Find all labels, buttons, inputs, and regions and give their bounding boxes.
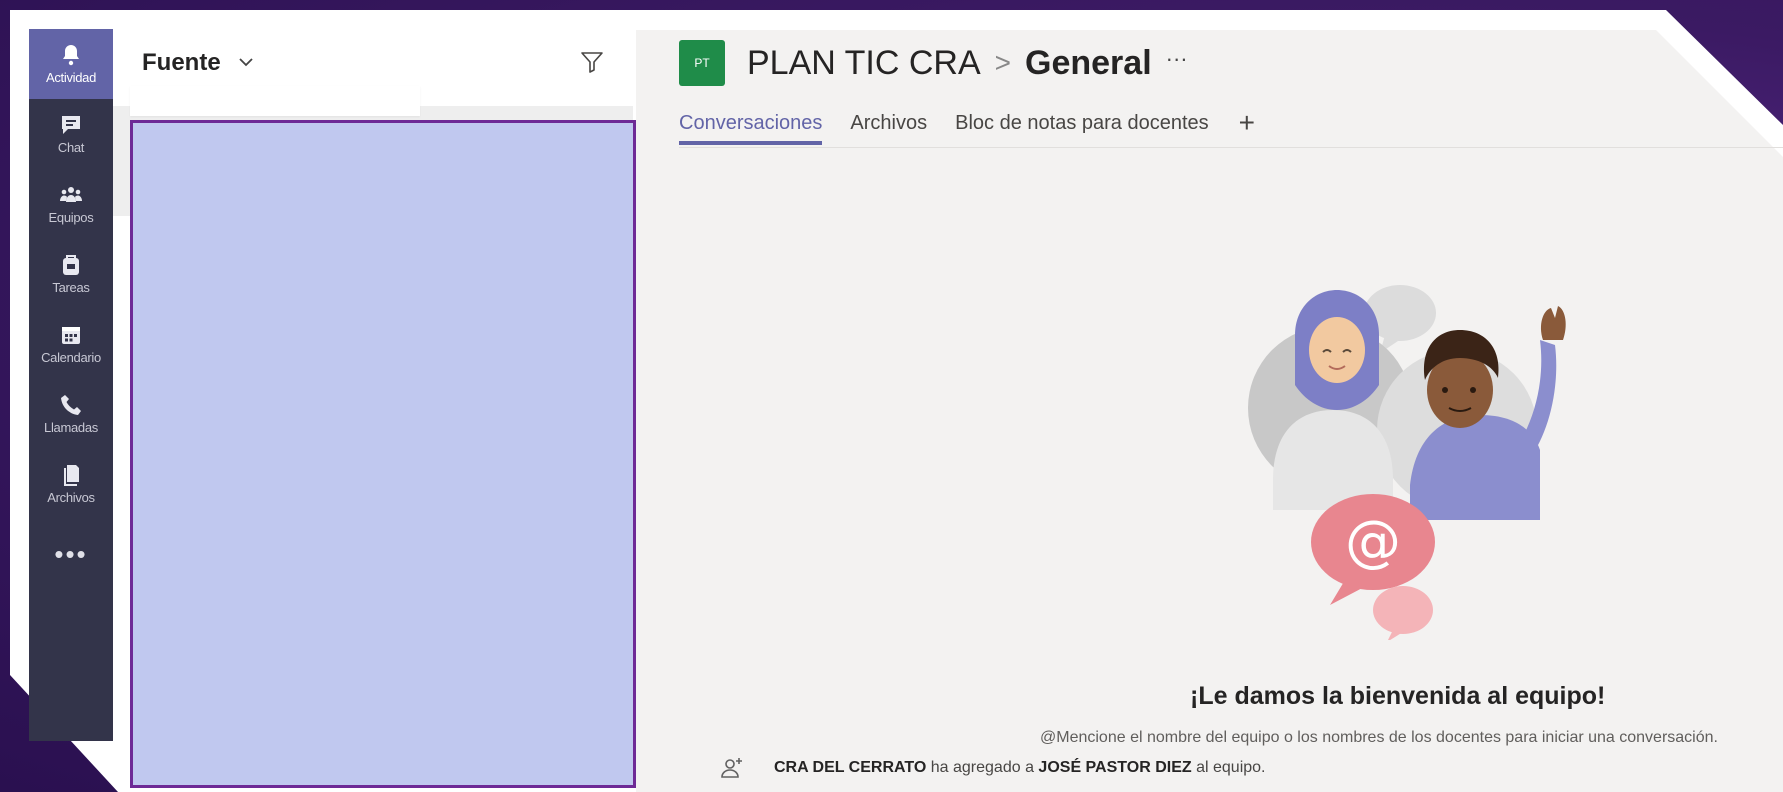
rail-item-chat[interactable]: Chat [29, 99, 113, 169]
team-name[interactable]: PLAN TIC CRA [747, 44, 981, 83]
svg-text:@: @ [1345, 509, 1401, 574]
event-suffix: al equipo. [1196, 759, 1266, 776]
rail-label: Llamadas [44, 420, 98, 435]
rail-item-teams[interactable]: Equipos [29, 169, 113, 239]
feed-list-highlight [130, 120, 636, 788]
rail-item-files[interactable]: Archivos [29, 449, 113, 519]
teams-icon [60, 187, 82, 202]
list-placeholder [130, 86, 420, 116]
event-text: CRA DEL CERRATO ha agregado a JOSÉ PASTO… [774, 759, 1265, 777]
files-icon [64, 465, 79, 486]
channel-header: PLAN TIC CRA > General ··· [747, 40, 1188, 86]
channel-name: General [1025, 43, 1152, 82]
add-member-icon [721, 758, 742, 778]
rail-label: Archivos [47, 490, 95, 505]
more-options-button[interactable]: ··· [1166, 46, 1188, 72]
rail-item-assignments[interactable]: Tareas [29, 239, 113, 309]
breadcrumb-separator: > [994, 47, 1012, 78]
add-tab-button[interactable]: + [1239, 109, 1255, 137]
rail-item-calls[interactable]: Llamadas [29, 379, 113, 449]
tab-files[interactable]: Archivos [850, 112, 927, 141]
more-icon: ••• [54, 539, 88, 569]
rail-label: Equipos [48, 210, 94, 225]
activity-event: CRA DEL CERRATO ha agregado a JOSÉ PASTO… [720, 756, 1265, 780]
tabs-divider [679, 147, 1783, 148]
welcome-illustration: @ [1248, 285, 1566, 640]
rail-item-calendar[interactable]: Calendario [29, 309, 113, 379]
rail-label: Tareas [52, 280, 90, 295]
event-action: ha agregado a [930, 759, 1034, 776]
chevron-down-icon[interactable] [238, 56, 254, 68]
channel-tabs: Conversaciones Archivos Bloc de notas pa… [679, 109, 1255, 145]
rail-item-activity[interactable]: Actividad [29, 29, 113, 99]
app-bar: Actividad Chat Equipos Tareas Calendario… [29, 29, 113, 741]
tab-class-notebook[interactable]: Bloc de notas para docentes [955, 112, 1209, 141]
rail-label: Actividad [45, 70, 97, 85]
feed-header: Fuente [130, 40, 610, 84]
feed-title[interactable]: Fuente [142, 49, 221, 77]
welcome-subtitle: @Mencione el nombre del equipo o los nom… [1040, 729, 1718, 746]
assignments-icon [63, 255, 79, 275]
rail-label: Calendario [41, 350, 101, 365]
team-avatar: PT [679, 40, 725, 86]
phone-icon [61, 395, 81, 415]
welcome-title: ¡Le damos la bienvenida al equipo! [1190, 682, 1606, 710]
chat-icon [62, 116, 80, 134]
event-actor[interactable]: CRA DEL CERRATO [774, 759, 926, 776]
more-apps-button[interactable]: ••• [29, 519, 113, 589]
tab-conversations[interactable]: Conversaciones [679, 112, 823, 145]
filter-icon[interactable] [579, 49, 605, 75]
event-target[interactable]: JOSÉ PASTOR DIEZ [1038, 759, 1191, 776]
calendar-icon [62, 327, 80, 344]
rail-label: Chat [57, 140, 85, 155]
bell-icon [63, 45, 79, 66]
